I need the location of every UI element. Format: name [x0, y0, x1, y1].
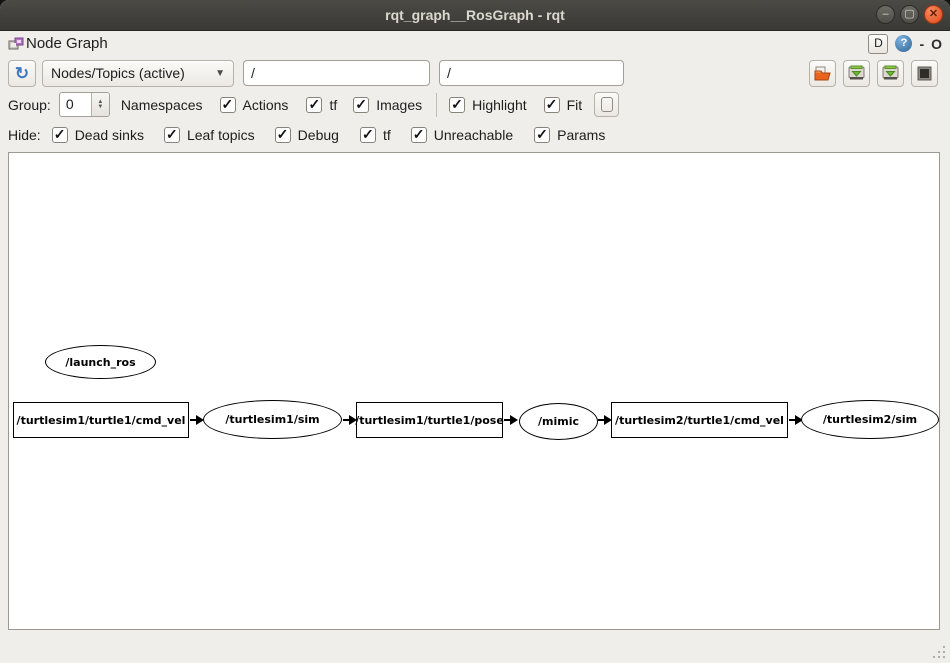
checkbox-highlight[interactable]: Highlight — [449, 97, 526, 113]
toolbar: ↻ Nodes/Topics (active) ▼ / / — [0, 57, 950, 89]
spin-down-icon: ▼ — [97, 105, 103, 110]
dock-collapse-button[interactable]: - — [919, 36, 924, 52]
unreachable-label: Unreachable — [434, 127, 513, 143]
debug-checkbox[interactable] — [275, 127, 291, 143]
help-button[interactable]: ? — [895, 35, 912, 52]
tf-checkbox[interactable] — [306, 97, 322, 113]
hide-tf-label: tf — [383, 127, 391, 143]
images-label: Images — [376, 97, 422, 113]
save-icon — [848, 65, 865, 81]
group-spinbox[interactable]: 0 ▲ ▼ — [59, 92, 110, 117]
graph-node-turtlesim2-sim[interactable]: /turtlesim2/sim — [801, 400, 939, 439]
highlight-label: Highlight — [472, 97, 526, 113]
resize-grip[interactable] — [931, 644, 945, 658]
tf-label: tf — [329, 97, 337, 113]
folder-open-icon — [814, 66, 831, 81]
checkbox-actions[interactable]: Actions — [220, 97, 289, 113]
params-checkbox[interactable] — [534, 127, 550, 143]
dead-sinks-label: Dead sinks — [75, 127, 144, 143]
checkbox-hide-tf[interactable]: tf — [360, 127, 391, 143]
refresh-button[interactable]: ↻ — [8, 60, 36, 87]
hide-row: Hide: Dead sinks Leaf topics Debug tf Un… — [0, 120, 950, 150]
graph-type-value: Nodes/Topics (active) — [51, 65, 185, 81]
leaf-topics-label: Leaf topics — [187, 127, 255, 143]
checkbox-images[interactable]: Images — [353, 97, 422, 113]
maximize-button[interactable]: ▢ — [900, 5, 919, 24]
fit-in-view-button[interactable] — [594, 92, 619, 117]
save-image-icon — [882, 65, 899, 81]
maximize-icon: ▢ — [904, 8, 914, 20]
checkbox-fit[interactable]: Fit — [544, 97, 583, 113]
spinbox-arrows[interactable]: ▲ ▼ — [91, 93, 109, 116]
graph-node-mimic[interactable]: /mimic — [519, 403, 598, 440]
hide-label: Hide: — [8, 127, 41, 143]
panel-header: Node Graph D ? - O — [0, 30, 950, 57]
node-filter-input[interactable]: / — [243, 60, 430, 86]
dead-sinks-checkbox[interactable] — [52, 127, 68, 143]
fit-checkbox[interactable] — [544, 97, 560, 113]
dock-float-button[interactable]: O — [931, 36, 942, 52]
graph-type-dropdown[interactable]: Nodes/Topics (active) ▼ — [42, 60, 234, 87]
actions-checkbox[interactable] — [220, 97, 236, 113]
group-label: Group: — [8, 97, 51, 113]
fit-label: Fit — [567, 97, 583, 113]
graph-edge-arrow — [504, 415, 518, 425]
separator — [436, 93, 437, 117]
dock-d-button[interactable]: D — [868, 34, 888, 54]
titlebar[interactable]: rqt_graph__RosGraph - rqt – ▢ ✕ — [0, 0, 950, 31]
debug-label: Debug — [298, 127, 339, 143]
screenshot-button[interactable] — [911, 60, 938, 87]
checkbox-unreachable[interactable]: Unreachable — [411, 127, 513, 143]
rqt-window: rqt_graph__RosGraph - rqt – ▢ ✕ Node Gra… — [0, 0, 950, 663]
graph-node-turtlesim1-sim[interactable]: /turtlesim1/sim — [203, 400, 342, 439]
graph-node-turtlesim2-cmd-vel[interactable]: /turtlesim2/turtle1/cmd_vel — [611, 402, 788, 438]
graph-node-launch-ros[interactable]: /launch_ros — [45, 345, 156, 379]
close-button[interactable]: ✕ — [924, 5, 943, 24]
namespaces-label: Namespaces — [121, 97, 203, 113]
graph-edge-arrow — [598, 415, 612, 425]
actions-label: Actions — [243, 97, 289, 113]
dark-square-icon — [917, 66, 932, 81]
leaf-topics-checkbox[interactable] — [164, 127, 180, 143]
checkbox-leaf-topics[interactable]: Leaf topics — [164, 127, 255, 143]
minimize-icon: – — [882, 8, 888, 20]
graph-edge-arrow — [190, 415, 204, 425]
save-dot-button[interactable] — [843, 60, 870, 87]
minimize-button[interactable]: – — [876, 5, 895, 24]
load-dot-button[interactable] — [809, 60, 836, 87]
unreachable-checkbox[interactable] — [411, 127, 427, 143]
params-label: Params — [557, 127, 605, 143]
window-controls: – ▢ ✕ — [876, 5, 943, 24]
refresh-icon: ↻ — [15, 65, 29, 82]
graph-canvas[interactable]: /launch_ros /turtlesim1/turtle1/cmd_vel … — [8, 152, 940, 630]
fit-in-view-icon — [601, 97, 613, 112]
dock-d-label: D — [874, 36, 883, 50]
hide-tf-checkbox[interactable] — [360, 127, 376, 143]
window-title: rqt_graph__RosGraph - rqt — [385, 7, 565, 23]
checkbox-params[interactable]: Params — [534, 127, 605, 143]
chevron-down-icon: ▼ — [215, 68, 225, 79]
save-image-button[interactable] — [877, 60, 904, 87]
node-graph-icon — [8, 36, 24, 52]
checkbox-debug[interactable]: Debug — [275, 127, 339, 143]
images-checkbox[interactable] — [353, 97, 369, 113]
graph-node-turtlesim1-pose[interactable]: /turtlesim1/turtle1/pose — [356, 402, 503, 438]
options-row: Group: 0 ▲ ▼ Namespaces Actions tf Image… — [0, 89, 950, 120]
highlight-checkbox[interactable] — [449, 97, 465, 113]
group-value: 0 — [60, 93, 91, 116]
close-icon: ✕ — [929, 8, 938, 20]
panel-title: Node Graph — [26, 35, 108, 52]
help-icon: ? — [901, 37, 908, 49]
graph-node-turtlesim1-cmd-vel[interactable]: /turtlesim1/turtle1/cmd_vel — [13, 402, 189, 438]
checkbox-dead-sinks[interactable]: Dead sinks — [52, 127, 144, 143]
topic-filter-input[interactable]: / — [439, 60, 624, 86]
checkbox-tf[interactable]: tf — [306, 97, 337, 113]
